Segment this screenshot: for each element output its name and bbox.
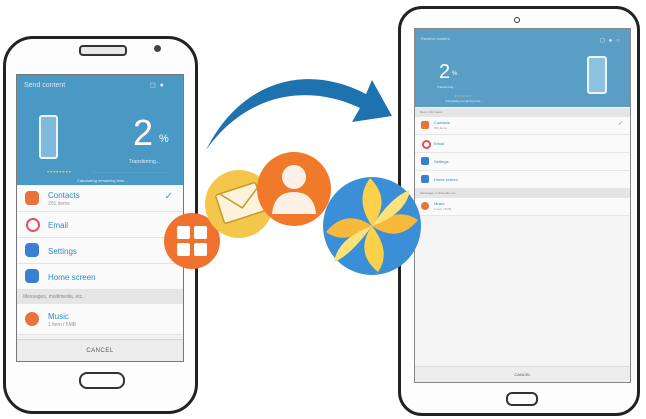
transfer-illustration (164, 79, 421, 275)
gallery-pinwheel-icon (323, 177, 421, 275)
transfer-arrow-icon (206, 79, 392, 150)
contact-person-icon (257, 152, 331, 226)
